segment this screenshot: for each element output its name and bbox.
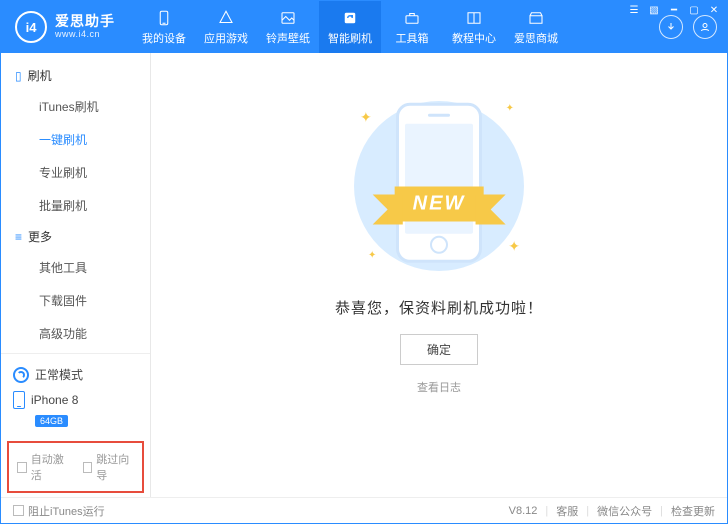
brand-text: 爱思助手 www.i4.cn [55, 14, 115, 39]
checkbox-block-itunes[interactable]: 阻止iTunes运行 [13, 503, 105, 519]
check-update-link[interactable]: 检查更新 [671, 503, 715, 519]
book-icon [465, 9, 483, 27]
sparkle-icon: ✦ [360, 109, 372, 126]
apps-icon [217, 9, 235, 27]
phone-graphic [396, 103, 482, 263]
device-label: iPhone 8 [31, 393, 78, 407]
divider: | [660, 505, 663, 517]
confirm-button[interactable]: 确定 [400, 334, 478, 365]
sidebar-item-batch-flash[interactable]: 批量刷机 [1, 189, 150, 222]
logo-icon: i4 [15, 11, 47, 43]
nav-store[interactable]: 爱思商城 [505, 1, 567, 53]
sparkle-icon: ✦ [368, 250, 376, 261]
brand: i4 爱思助手 www.i4.cn [15, 11, 115, 43]
nav-apps[interactable]: 应用游戏 [195, 1, 257, 53]
title-bar: ☰ ▧ ━ ▢ ✕ i4 爱思助手 www.i4.cn 我的设备 应用游戏 [1, 1, 727, 53]
view-log-link[interactable]: 查看日志 [417, 379, 461, 395]
wechat-link[interactable]: 微信公众号 [597, 503, 652, 519]
nav-label: 工具箱 [396, 30, 429, 46]
checkbox-icon [17, 462, 27, 473]
minimize-icon[interactable]: ━ [667, 4, 681, 16]
checkbox-icon [13, 505, 24, 516]
brand-title: 爱思助手 [55, 14, 115, 29]
phone-icon: ▯ [15, 69, 22, 83]
sidebar: ▯ 刷机 iTunes刷机 一键刷机 专业刷机 批量刷机 ≡ 更多 其他工具 下… [1, 53, 151, 497]
nav-label: 应用游戏 [204, 30, 248, 46]
nav-label: 爱思商城 [514, 30, 558, 46]
checkbox-label: 跳过向导 [96, 451, 134, 483]
mode-row[interactable]: 正常模式 [11, 362, 140, 387]
top-nav: 我的设备 应用游戏 铃声壁纸 智能刷机 工具箱 教程中心 [133, 1, 567, 53]
mode-icon [13, 367, 29, 383]
wallpaper-icon [279, 9, 297, 27]
success-message: 恭喜您，保资料刷机成功啦！ [335, 297, 543, 318]
storage-badge: 64GB [35, 415, 68, 427]
sidebar-item-oneclick-flash[interactable]: 一键刷机 [1, 123, 150, 156]
header-actions [659, 15, 717, 39]
nav-label: 铃声壁纸 [266, 30, 310, 46]
group-label: 刷机 [28, 67, 52, 84]
sidebar-group-more: ≡ 更多 [1, 222, 150, 251]
nav-flash[interactable]: 智能刷机 [319, 1, 381, 53]
sidebar-item-itunes-flash[interactable]: iTunes刷机 [1, 90, 150, 123]
sidebar-status: 正常模式 iPhone 8 64GB [1, 353, 150, 435]
body: ▯ 刷机 iTunes刷机 一键刷机 专业刷机 批量刷机 ≡ 更多 其他工具 下… [1, 53, 727, 497]
download-button[interactable] [659, 15, 683, 39]
menu-icon[interactable]: ☰ [627, 4, 641, 16]
device-icon [13, 391, 25, 409]
device-icon [155, 9, 173, 27]
nav-label: 智能刷机 [328, 30, 372, 46]
sidebar-item-download-firmware[interactable]: 下载固件 [1, 284, 150, 317]
checkbox-skip-guide[interactable]: 跳过向导 [83, 451, 135, 483]
brand-subtitle: www.i4.cn [55, 30, 115, 40]
user-button[interactable] [693, 15, 717, 39]
sparkle-icon: ✦ [508, 238, 520, 255]
app-window: ☰ ▧ ━ ▢ ✕ i4 爱思助手 www.i4.cn 我的设备 应用游戏 [0, 0, 728, 524]
toolbox-icon [403, 9, 421, 27]
mode-label: 正常模式 [35, 366, 83, 383]
checkbox-label: 自动激活 [31, 451, 69, 483]
nav-ringtones[interactable]: 铃声壁纸 [257, 1, 319, 53]
divider: | [545, 505, 548, 517]
sparkle-icon: ✦ [506, 103, 514, 114]
store-icon [527, 9, 545, 27]
success-illustration: NEW ✦ ✦ ✦ ✦ [334, 91, 544, 281]
nav-label: 我的设备 [142, 30, 186, 46]
window-controls: ☰ ▧ ━ ▢ ✕ [627, 4, 721, 16]
version-label: V8.12 [509, 505, 538, 517]
support-link[interactable]: 客服 [556, 503, 578, 519]
nav-toolbox[interactable]: 工具箱 [381, 1, 443, 53]
skin-icon[interactable]: ▧ [647, 4, 661, 16]
options-highlight: 自动激活 跳过向导 [7, 441, 144, 493]
maximize-icon[interactable]: ▢ [687, 4, 701, 16]
nav-my-device[interactable]: 我的设备 [133, 1, 195, 53]
device-row[interactable]: iPhone 8 [11, 387, 140, 413]
main-panel: NEW ✦ ✦ ✦ ✦ 恭喜您，保资料刷机成功啦！ 确定 查看日志 [151, 53, 727, 497]
nav-tutorials[interactable]: 教程中心 [443, 1, 505, 53]
close-icon[interactable]: ✕ [707, 4, 721, 16]
group-label: 更多 [28, 228, 52, 245]
checkbox-auto-activate[interactable]: 自动激活 [17, 451, 69, 483]
sidebar-item-other-tools[interactable]: 其他工具 [1, 251, 150, 284]
footer-right: V8.12 | 客服 | 微信公众号 | 检查更新 [509, 503, 715, 519]
divider: | [586, 505, 589, 517]
sidebar-item-advanced[interactable]: 高级功能 [1, 317, 150, 350]
checkbox-label: 阻止iTunes运行 [28, 503, 105, 519]
ribbon-text: NEW [395, 186, 484, 221]
list-icon: ≡ [15, 230, 22, 244]
status-bar: 阻止iTunes运行 V8.12 | 客服 | 微信公众号 | 检查更新 [1, 497, 727, 523]
nav-label: 教程中心 [452, 30, 496, 46]
sidebar-item-pro-flash[interactable]: 专业刷机 [1, 156, 150, 189]
sidebar-scroll: ▯ 刷机 iTunes刷机 一键刷机 专业刷机 批量刷机 ≡ 更多 其他工具 下… [1, 53, 150, 353]
ribbon: NEW [395, 186, 484, 221]
checkbox-icon [83, 462, 93, 473]
sidebar-group-flash: ▯ 刷机 [1, 61, 150, 90]
flash-icon [341, 9, 359, 27]
